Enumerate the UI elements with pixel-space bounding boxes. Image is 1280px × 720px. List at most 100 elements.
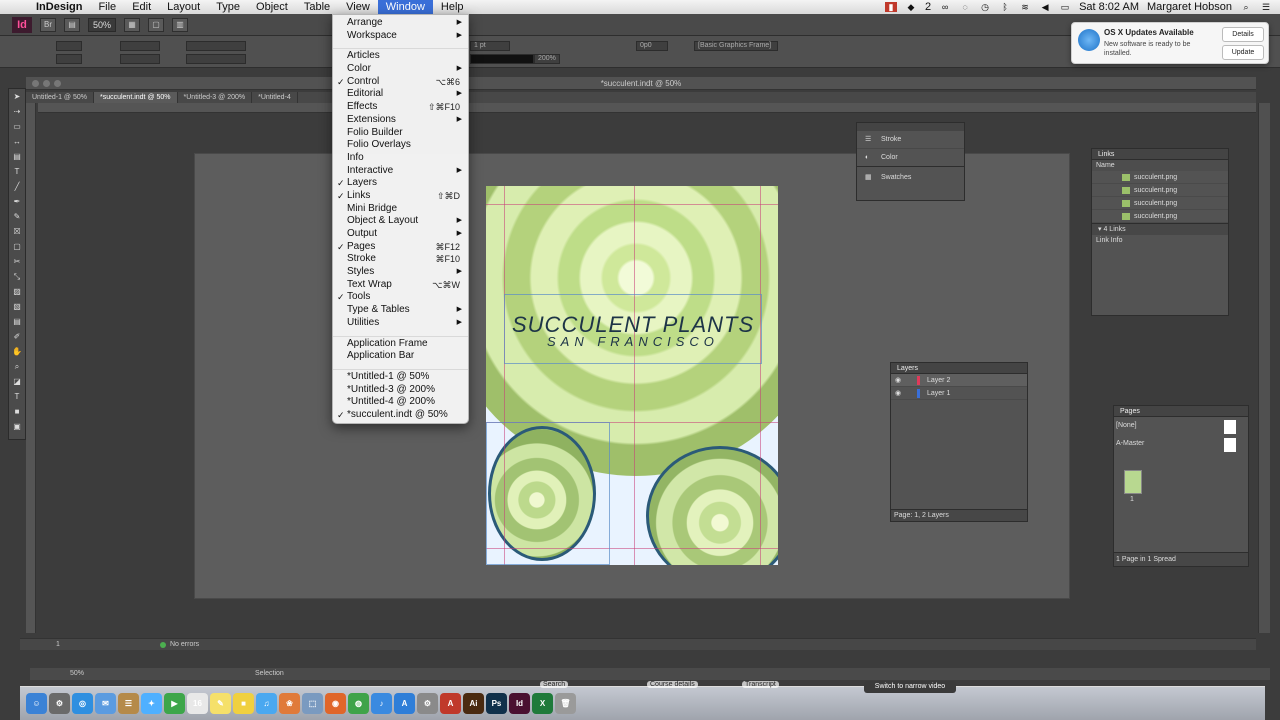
bluetooth-icon[interactable]: ᛒ — [999, 2, 1011, 12]
menu-help[interactable]: Help — [433, 0, 472, 14]
menu-item-interactive[interactable]: Interactive ▶ — [333, 165, 468, 178]
tab-untitled-4[interactable]: *Untitled-4 — [252, 92, 298, 103]
selection-tool-icon[interactable]: ➤ — [9, 89, 25, 104]
screen-mode-button[interactable]: ▢ — [148, 17, 165, 32]
page-number-field[interactable]: 1 — [56, 639, 60, 651]
apply-color-icon[interactable]: ■ — [9, 404, 25, 419]
swatches-panel-button[interactable]: ▦ Swatches — [857, 167, 964, 189]
menu-item-layers[interactable]: ✓ Layers — [333, 177, 468, 190]
free-transform-tool-icon[interactable]: ⤡ — [9, 269, 25, 284]
gradient-feather-tool-icon[interactable]: ▧ — [9, 299, 25, 314]
menu-item-arrange[interactable]: Arrange ▶ — [333, 17, 468, 30]
spotlight-icon[interactable]: ⌕ — [1240, 2, 1252, 12]
itunes-icon[interactable]: ♫ — [256, 693, 277, 714]
links-column-name[interactable]: Name — [1092, 160, 1228, 171]
menu-window[interactable]: Window — [377, 0, 433, 14]
scale-x-field[interactable] — [186, 41, 246, 51]
menu-item-text-wrap[interactable]: Text Wrap ⌥⌘W — [333, 279, 468, 292]
stroke-type-field[interactable] — [470, 54, 534, 64]
link-row[interactable]: succulent.png — [1092, 184, 1228, 197]
illustrator-icon[interactable]: Ai — [463, 693, 484, 714]
visibility-eye-icon[interactable]: ◉ — [895, 387, 901, 400]
menu-item-pages[interactable]: ✓ Pages ⌘F12 — [333, 241, 468, 254]
photoshop-icon[interactable]: Ps — [486, 693, 507, 714]
adobe-tray-icon[interactable]: ◆ — [905, 2, 917, 12]
menu-item-tools[interactable]: ✓ Tools — [333, 291, 468, 304]
details-button[interactable]: Details — [1222, 27, 1264, 42]
menu-item-articles[interactable]: Articles — [333, 50, 468, 63]
volume-icon[interactable]: ◀ — [1039, 2, 1051, 12]
itunes-store-icon[interactable]: ♪ — [371, 693, 392, 714]
links-panel-header[interactable]: Links — [1092, 149, 1228, 160]
menu-item-utilities[interactable]: Utilities ▶ — [333, 317, 468, 330]
rectangle-tool-icon[interactable]: ▢ — [9, 239, 25, 254]
link-row[interactable]: succulent.png — [1092, 197, 1228, 210]
menu-item-untitled-3-200[interactable]: *Untitled-3 @ 200% — [333, 384, 468, 397]
menu-app-name[interactable]: InDesign — [28, 0, 90, 14]
menu-item-color[interactable]: Color ▶ — [333, 63, 468, 76]
direct-selection-tool-icon[interactable]: ⇢ — [9, 104, 25, 119]
type-tool-icon[interactable]: T — [9, 164, 25, 179]
bridge-button[interactable]: Br — [40, 17, 56, 32]
wifi-icon[interactable]: ≋ — [1019, 2, 1031, 12]
menu-item-application-bar[interactable]: Application Bar — [333, 350, 468, 363]
close-window-icon[interactable] — [32, 80, 39, 87]
note-tool-icon[interactable]: ▤ — [9, 314, 25, 329]
visibility-eye-icon[interactable]: ◉ — [895, 374, 901, 387]
menu-item-folio-overlays[interactable]: Folio Overlays — [333, 139, 468, 152]
line-tool-icon[interactable]: ╱ — [9, 179, 25, 194]
formatting-affects-icon[interactable]: T — [9, 389, 25, 404]
messages-icon[interactable]: ✦ — [141, 693, 162, 714]
menu-item-styles[interactable]: Styles ▶ — [333, 266, 468, 279]
layer-row[interactable]: ◉ Layer 1 — [891, 387, 1027, 400]
document-subtitle-text[interactable]: SAN FRANCISCO — [547, 334, 767, 349]
menu-item-object-layout[interactable]: Object & Layout ▶ — [333, 215, 468, 228]
preview-icon[interactable]: ⬚ — [302, 693, 323, 714]
menu-file[interactable]: File — [90, 0, 124, 14]
menu-item-type-tables[interactable]: Type & Tables ▶ — [333, 304, 468, 317]
x-field[interactable] — [56, 41, 82, 51]
a-master-row[interactable]: A-Master — [1114, 435, 1248, 453]
menu-item-control[interactable]: ✓ Control ⌥⌘6 — [333, 76, 468, 89]
pencil-tool-icon[interactable]: ✎ — [9, 209, 25, 224]
layer-row[interactable]: ◉ Layer 2 — [891, 374, 1027, 387]
zoom-window-icon[interactable] — [54, 80, 61, 87]
contacts-icon[interactable]: ☰ — [118, 693, 139, 714]
scissors-tool-icon[interactable]: ✂ — [9, 254, 25, 269]
height-field[interactable] — [120, 54, 160, 64]
menu-item-untitled-1-50[interactable]: *Untitled-1 @ 50% — [333, 371, 468, 384]
view-options-button[interactable]: ▦ — [124, 17, 141, 32]
menu-item-folio-builder[interactable]: Folio Builder — [333, 127, 468, 140]
calendar-icon[interactable]: 16 — [187, 693, 208, 714]
page-thumbnail[interactable] — [1124, 470, 1142, 494]
system-prefs-icon[interactable]: ⚙ — [417, 693, 438, 714]
os-update-notification[interactable]: OS X Updates Available New software is r… — [1071, 22, 1269, 64]
link-row[interactable]: succulent.png — [1092, 210, 1228, 223]
menu-object[interactable]: Object — [248, 0, 296, 14]
stroke-panel-button[interactable]: ☰ Stroke — [857, 131, 964, 149]
none-master-row[interactable]: [None] — [1114, 417, 1248, 435]
tab-untitled-3[interactable]: *Untitled-3 @ 200% — [178, 92, 253, 103]
page-tool-icon[interactable]: ▭ — [9, 119, 25, 134]
image-frame[interactable] — [486, 422, 610, 565]
red-tray-icon[interactable]: ▮ — [884, 2, 897, 12]
trash-icon[interactable]: 🗑 — [555, 693, 576, 714]
menu-item-application-frame[interactable]: Application Frame — [333, 338, 468, 351]
launchpad-icon[interactable]: ⚙ — [49, 693, 70, 714]
menu-item-mini-bridge[interactable]: Mini Bridge — [333, 203, 468, 216]
eyedropper-tool-icon[interactable]: ✐ — [9, 329, 25, 344]
mini-bridge-button[interactable]: ▤ — [64, 17, 80, 32]
frame-style-select[interactable]: [Basic Graphics Frame] — [694, 41, 778, 51]
menu-item-extensions[interactable]: Extensions ▶ — [333, 114, 468, 127]
color-panel-button[interactable]: ◐ Color — [857, 149, 964, 167]
update-button[interactable]: Update — [1222, 45, 1264, 60]
vertical-scrollbar[interactable] — [1258, 103, 1270, 633]
menu-item-effects[interactable]: Effects ⇧⌘F10 — [333, 101, 468, 114]
mail-icon[interactable]: ✉ — [95, 693, 116, 714]
firefox-icon[interactable]: ◉ — [325, 693, 346, 714]
link-row[interactable]: succulent.png — [1092, 171, 1228, 184]
menu-item-untitled-4-200[interactable]: *Untitled-4 @ 200% — [333, 396, 468, 409]
screen-mode-icon[interactable]: ▣ — [9, 419, 25, 434]
menu-item-info[interactable]: Info — [333, 152, 468, 165]
tab-untitled-1[interactable]: Untitled-1 @ 50% — [26, 92, 94, 103]
